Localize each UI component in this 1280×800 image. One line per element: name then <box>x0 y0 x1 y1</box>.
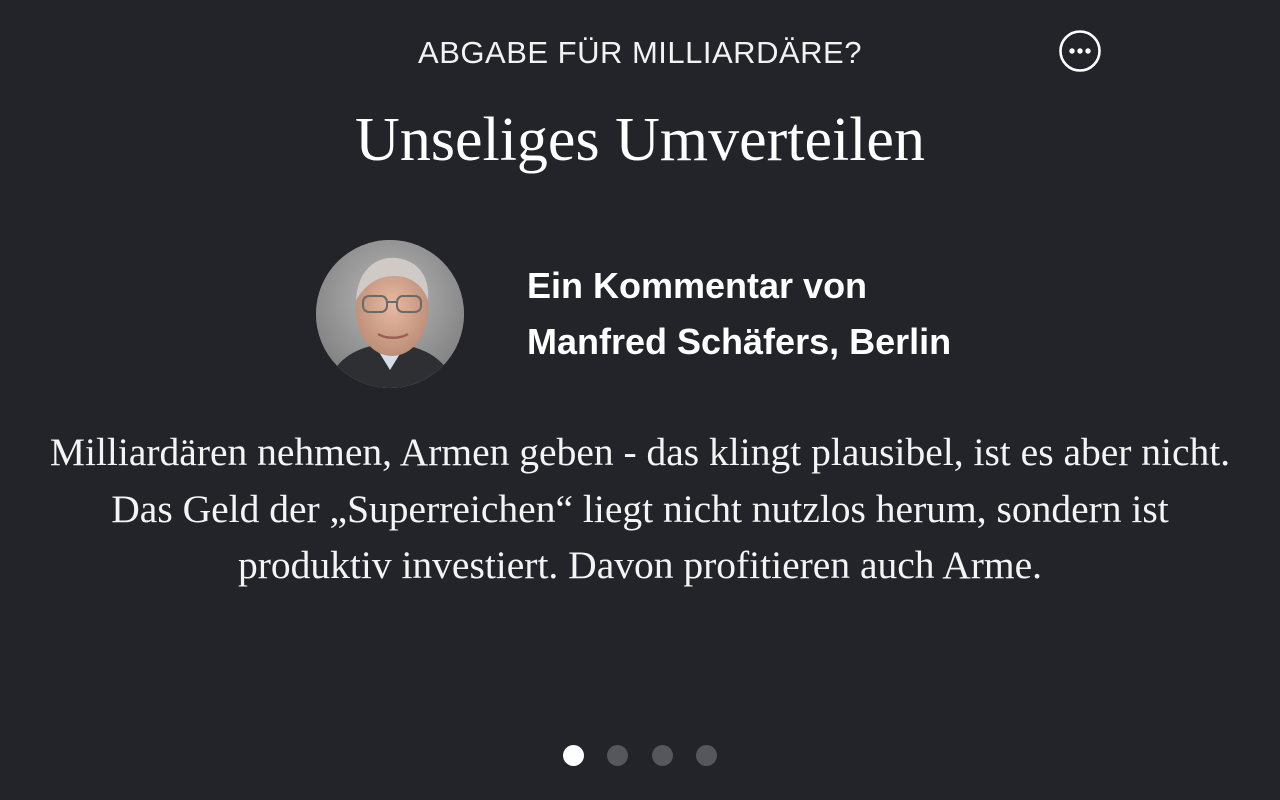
author-byline: Ein Kommentar von Manfred Schäfers, Berl… <box>527 258 1047 370</box>
page-dot-3[interactable] <box>651 745 673 766</box>
more-options-button[interactable] <box>1059 30 1101 72</box>
byline-intro: Ein Kommentar von <box>527 265 868 306</box>
page-indicator[interactable] <box>0 745 1280 766</box>
page-dot-4[interactable] <box>696 745 718 766</box>
page-dot-2[interactable] <box>607 745 629 766</box>
byline-author: Manfred Schäfers, Berlin <box>527 321 952 362</box>
page-dot-1[interactable] <box>562 745 584 766</box>
article-teaser: Milliardären nehmen, Armen geben - das k… <box>49 430 1231 587</box>
author-avatar <box>316 240 464 388</box>
more-horizontal-circle-icon <box>1059 30 1101 72</box>
article-title: Unseliges Umverteilen <box>355 106 925 174</box>
